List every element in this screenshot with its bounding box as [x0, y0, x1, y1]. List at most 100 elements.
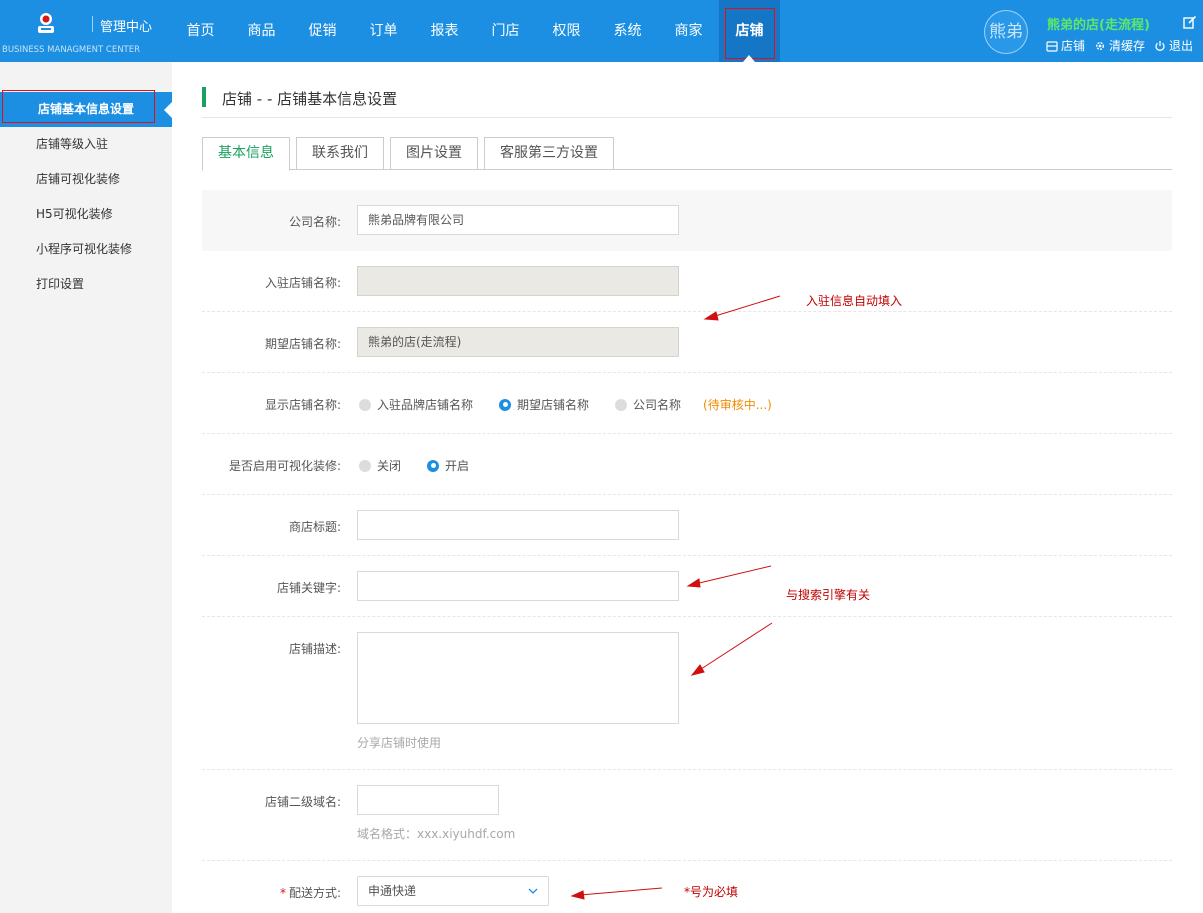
store-keywords-input[interactable] [357, 571, 679, 601]
gear-icon [1096, 41, 1105, 50]
tab-image-settings[interactable]: 图片设置 [390, 137, 478, 170]
store-keywords-row: 店铺关键字: [202, 556, 1172, 617]
display-store-name-row: 显示店铺名称: 入驻品牌店铺名称 期望店铺名称 公司名称 (待审核中...) [202, 373, 1172, 434]
sidebar-item-visual-decoration[interactable]: 店铺可视化装修 [0, 162, 172, 197]
power-icon [1155, 40, 1165, 51]
top-links: 店铺 清缓存 退出 [1046, 37, 1193, 54]
subdomain-row: 店铺二级域名: 域名格式：xxx.xiyuhdf.com [202, 770, 1172, 861]
radio-label: 入驻品牌店铺名称 [377, 398, 474, 412]
tab-basic-info[interactable]: 基本信息 [202, 137, 290, 171]
delivery-label-text: 配送方式: [288, 886, 341, 900]
radio-label: 关闭 [377, 459, 402, 473]
sidebar-item-h5-decoration[interactable]: H5可视化装修 [0, 197, 172, 232]
sidebar-item-label: 店铺基本信息设置 [38, 102, 135, 116]
clear-cache-label: 清缓存 [1109, 39, 1146, 53]
title-accent [202, 87, 206, 107]
display-store-name-radios: 入驻品牌店铺名称 期望店铺名称 公司名称 (待审核中...) [359, 396, 772, 413]
radio-dot [359, 398, 371, 411]
store-description-label: 店铺描述: [288, 642, 341, 656]
radio-dot [615, 398, 628, 411]
store-title-label: 商店标题: [288, 520, 341, 534]
company-name-input[interactable]: 熊弟品牌有限公司 [357, 205, 679, 235]
nav-item-shop[interactable]: 店铺 [719, 0, 780, 62]
brand-logo-icon [38, 13, 54, 33]
settled-store-name-input[interactable] [357, 266, 679, 296]
nav-item-orders[interactable]: 订单 [353, 0, 414, 62]
settled-store-name-label: 入驻店铺名称: [264, 276, 341, 290]
nav-item-reports[interactable]: 报表 [414, 0, 475, 62]
brand-subtitle: BUSINESS MANAGMENT CENTER [2, 45, 141, 55]
radio-label: 期望店铺名称 [517, 398, 590, 412]
logout-label: 退出 [1169, 39, 1194, 53]
radio-expected-store-name[interactable]: 期望店铺名称 [499, 396, 589, 413]
clear-cache-link[interactable]: 清缓存 [1094, 37, 1145, 54]
radio-dot [499, 398, 512, 411]
tab-contact-us[interactable]: 联系我们 [296, 137, 384, 170]
subdomain-hint: 域名格式：xxx.xiyuhdf.com [357, 827, 516, 841]
nav-item-system[interactable]: 系统 [597, 0, 658, 62]
radio-company-name[interactable]: 公司名称 [615, 396, 681, 413]
nav-item-promotions[interactable]: 促销 [292, 0, 353, 62]
store-description-hint: 分享店铺时使用 [357, 736, 442, 750]
required-mark: * [279, 886, 286, 900]
radio-off[interactable]: 关闭 [359, 457, 401, 474]
pending-review-status: (待审核中...) [703, 398, 772, 412]
brand-divider [92, 16, 93, 32]
nav-item-stores[interactable]: 门店 [475, 0, 536, 62]
chevron-down-icon [528, 888, 538, 894]
delivery-select[interactable]: 申通快递 [357, 876, 549, 906]
tab-bar: 基本信息 联系我们 图片设置 客服第三方设置 [202, 137, 1172, 171]
subdomain-label: 店铺二级域名: [264, 795, 341, 809]
store-title-input[interactable] [357, 510, 679, 540]
store-description-textarea[interactable] [357, 632, 679, 724]
store-description-row: 店铺描述: 分享店铺时使用 [202, 617, 1172, 770]
visual-decoration-row: 是否启用可视化装修: 关闭 开启 [202, 434, 1172, 495]
sidebar-item-print-settings[interactable]: 打印设置 [0, 267, 172, 302]
expected-store-name-row: 期望店铺名称: 熊弟的店(走流程) [202, 312, 1172, 373]
radio-label: 公司名称 [633, 398, 682, 412]
visual-decoration-radios: 关闭 开启 [359, 457, 495, 474]
annotation-auto-fill: 入驻信息自动填入 [806, 294, 903, 308]
current-shop-name: 熊弟的店(走流程) [1047, 18, 1150, 33]
edit-icon[interactable] [1183, 15, 1197, 29]
nav-item-home[interactable]: 首页 [170, 0, 231, 62]
expected-store-name-label: 期望店铺名称: [264, 337, 341, 351]
sidebar-item-miniprogram-decoration[interactable]: 小程序可视化装修 [0, 232, 172, 267]
expected-store-name-input[interactable]: 熊弟的店(走流程) [357, 327, 679, 357]
radio-settled-brand-name[interactable]: 入驻品牌店铺名称 [359, 396, 473, 413]
nav-item-permissions[interactable]: 权限 [536, 0, 597, 62]
company-name-row: 公司名称: 熊弟品牌有限公司 [202, 190, 1172, 251]
store-link[interactable]: 店铺 [1046, 37, 1085, 54]
store-title-row: 商店标题: [202, 495, 1172, 556]
delivery-selected-value: 申通快递 [368, 884, 417, 898]
sidebar-item-basic-info[interactable]: 店铺基本信息设置 [0, 90, 172, 127]
avatar[interactable]: 熊弟 [984, 10, 1028, 54]
nav-item-merchants[interactable]: 商家 [658, 0, 719, 62]
subdomain-input[interactable] [357, 785, 499, 815]
main-content: 店铺 - - 店铺基本信息设置 基本信息 联系我们 图片设置 客服第三方设置 公… [172, 62, 1203, 913]
sidebar: 店铺基本信息设置 店铺等级入驻 店铺可视化装修 H5可视化装修 小程序可视化装修… [0, 62, 172, 913]
company-name-label: 公司名称: [288, 215, 341, 229]
annotation-required: *号为必填 [684, 885, 739, 899]
brand-title: 管理中心 [100, 20, 153, 35]
radio-label: 开启 [445, 459, 470, 473]
delivery-label: * 配送方式: [280, 884, 341, 901]
sidebar-item-level-entry[interactable]: 店铺等级入驻 [0, 127, 172, 162]
radio-dot [427, 459, 440, 472]
store-icon [1046, 40, 1058, 52]
store-link-label: 店铺 [1061, 39, 1086, 53]
nav-item-products[interactable]: 商品 [231, 0, 292, 62]
brand-logo-area[interactable]: 管理中心 BUSINESS MANAGMENT CENTER [0, 0, 175, 62]
radio-on[interactable]: 开启 [427, 457, 469, 474]
radio-dot [359, 459, 371, 472]
main-nav: 首页 商品 促销 订单 报表 门店 权限 系统 商家 店铺 [170, 0, 780, 62]
top-bar: 管理中心 BUSINESS MANAGMENT CENTER 首页 商品 促销 … [0, 0, 1203, 62]
visual-decoration-label: 是否启用可视化装修: [228, 459, 341, 473]
sidebar-active-arrow [164, 102, 172, 118]
tab-customer-service[interactable]: 客服第三方设置 [484, 137, 614, 170]
logout-link[interactable]: 退出 [1154, 37, 1193, 54]
nav-active-caret [743, 55, 755, 62]
page-title: 店铺 - - 店铺基本信息设置 [222, 90, 398, 108]
store-keywords-label: 店铺关键字: [276, 581, 341, 595]
page-title-bar: 店铺 - - 店铺基本信息设置 [202, 87, 1172, 118]
